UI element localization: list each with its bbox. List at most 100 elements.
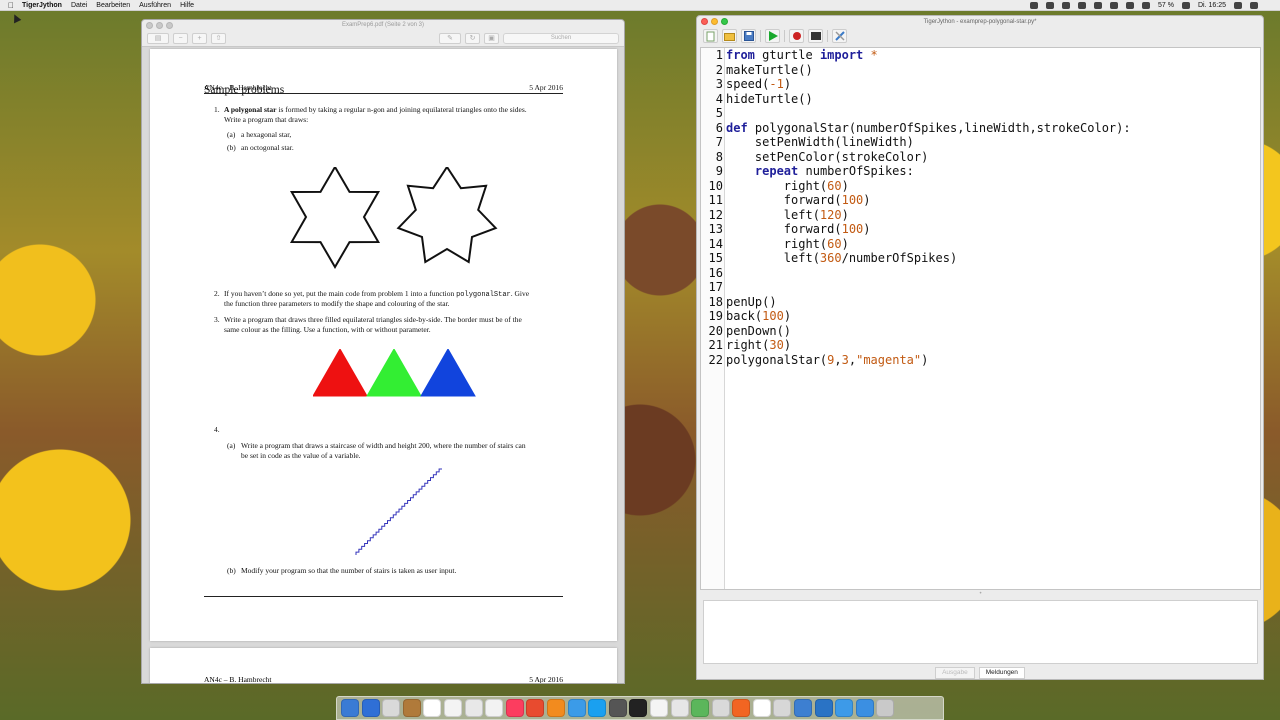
dock-app-icon[interactable] (526, 699, 545, 717)
zoom-in-icon[interactable]: + (192, 33, 207, 44)
menu-extra-icon-4[interactable] (1094, 1, 1102, 9)
number-literal: 3 (841, 352, 849, 367)
minimize-button[interactable] (156, 22, 163, 29)
dock-app-icon[interactable] (814, 699, 833, 717)
dock-app-icon[interactable] (505, 699, 524, 717)
code-line[interactable]: def polygonalStar(numberOfSpikes,lineWid… (726, 121, 1131, 136)
close-button[interactable] (701, 18, 708, 25)
dock-app-icon[interactable] (464, 699, 483, 717)
code-line[interactable]: left(360/numberOfSpikes) (726, 251, 957, 266)
debug-icon[interactable] (789, 29, 804, 43)
run-icon[interactable] (765, 29, 780, 43)
battery-icon[interactable] (1181, 1, 1190, 9)
dock-app-icon[interactable] (341, 699, 359, 717)
notification-center-icon[interactable] (1250, 1, 1258, 9)
dock-app-icon[interactable] (546, 699, 565, 717)
menu-bearbeiten[interactable]: Bearbeiten (96, 2, 130, 9)
dock-app-icon[interactable] (835, 699, 854, 717)
line-number: 1 (715, 48, 723, 62)
search-input[interactable]: Suchen (503, 33, 619, 44)
code-line[interactable]: setPenWidth(lineWidth) (726, 135, 914, 150)
markup-pen-icon[interactable]: ✎ (439, 33, 461, 44)
menu-extra-icon-2[interactable] (1062, 1, 1070, 9)
panel-splitter-handle[interactable]: • (700, 591, 1261, 598)
battery-percent[interactable]: 57 % (1158, 2, 1174, 9)
clock[interactable]: Di. 16:25 (1198, 2, 1226, 9)
code-line[interactable]: repeat numberOfSpikes: (726, 164, 914, 179)
code-line[interactable]: left(120) (726, 208, 849, 223)
new-file-icon[interactable] (703, 29, 718, 43)
sidebar-toggle-icon[interactable]: ▤ (147, 33, 169, 44)
rotate-icon[interactable]: ↻ (465, 33, 480, 44)
code-line[interactable]: from gturtle import * (726, 48, 878, 63)
minimize-button[interactable] (711, 18, 718, 25)
dock-app-icon[interactable] (382, 699, 401, 717)
dock-app-icon[interactable] (485, 699, 504, 717)
code-line[interactable]: forward(100) (726, 193, 871, 208)
dock-app-icon[interactable] (402, 699, 421, 717)
console-icon[interactable] (808, 29, 823, 43)
save-icon[interactable] (741, 29, 756, 43)
code-line[interactable]: makeTurtle() (726, 63, 813, 78)
dock-app-icon[interactable] (588, 699, 607, 717)
spotlight-icon[interactable] (1234, 1, 1242, 9)
tab-output[interactable]: Ausgabe (935, 667, 975, 679)
record-icon[interactable] (1030, 1, 1038, 9)
code-line[interactable]: setPenColor(strokeColor) (726, 150, 928, 165)
code-line[interactable]: forward(100) (726, 222, 871, 237)
code-line[interactable]: hideTurtle() (726, 92, 813, 107)
number-literal: 30 (769, 338, 784, 352)
problem-1b-label: (b) (227, 143, 236, 152)
open-folder-icon[interactable] (722, 29, 737, 43)
menu-hilfe[interactable]: Hilfe (180, 2, 194, 9)
code-editor[interactable]: 1 2 3 4 5 6 7 8 9 10 11 12 13 14 15 16 1… (700, 47, 1261, 590)
zoom-button[interactable] (166, 22, 173, 29)
output-console[interactable] (703, 600, 1258, 664)
dock-app-icon[interactable] (752, 699, 771, 717)
code-line[interactable]: back(100) (726, 309, 791, 324)
dock-app-icon[interactable] (876, 699, 895, 717)
volume-icon[interactable] (1142, 1, 1150, 9)
code-line[interactable]: right(60) (726, 237, 849, 252)
dock-app-icon[interactable] (608, 699, 627, 717)
wifi-icon[interactable] (1126, 1, 1134, 9)
zoom-button[interactable] (721, 18, 728, 25)
pdf-page: AN4c – B. Hambrecht 5 Apr 2016 Sample pr… (150, 49, 617, 641)
menu-extra-icon-5[interactable] (1110, 1, 1118, 9)
toolbox-icon[interactable]: ▣ (484, 33, 499, 44)
dock-app-icon[interactable] (649, 699, 668, 717)
dock-app-icon[interactable] (567, 699, 586, 717)
code-text: polygonalStar(numberOfSpikes,lineWidth,s… (747, 120, 1131, 135)
tab-messages[interactable]: Meldungen (978, 667, 1025, 679)
code-line[interactable]: polygonalStar(9,3,"magenta") (726, 353, 928, 368)
code-line[interactable]: right(30) (726, 338, 791, 353)
app-menu[interactable]: TigerJython (22, 2, 62, 9)
menu-ausfuehren[interactable]: Ausführen (139, 2, 171, 9)
code-line[interactable]: speed(-1) (726, 77, 791, 92)
menu-extra-icon[interactable] (1046, 1, 1054, 9)
menu-datei[interactable]: Datei (71, 2, 87, 9)
zoom-out-icon[interactable]: − (173, 33, 188, 44)
dock-app-icon[interactable] (629, 699, 648, 717)
menu-extra-icon-3[interactable] (1078, 1, 1086, 9)
share-icon[interactable]: ⇧ (211, 33, 226, 44)
problem-2-code: polygonalStar (456, 291, 511, 299)
apple-icon[interactable]:  (0, 1, 22, 10)
dock-app-icon[interactable] (670, 699, 689, 717)
dock-app-icon[interactable] (423, 699, 442, 717)
code-line[interactable]: penUp() (726, 295, 777, 310)
problem-2-text-b: . Give (510, 289, 530, 298)
dock-app-icon[interactable] (773, 699, 792, 717)
dock-app-icon[interactable] (691, 699, 710, 717)
line-number: 18 (708, 294, 723, 309)
dock-app-icon[interactable] (732, 699, 751, 717)
dock-app-icon[interactable] (794, 699, 813, 717)
code-line[interactable]: right(60) (726, 179, 849, 194)
dock-app-icon[interactable] (443, 699, 462, 717)
dock-app-icon[interactable] (711, 699, 730, 717)
tools-icon[interactable] (832, 29, 847, 43)
code-line[interactable]: penDown() (726, 324, 791, 339)
dock-app-icon[interactable] (361, 699, 380, 717)
dock-app-icon[interactable] (855, 699, 874, 717)
close-button[interactable] (146, 22, 153, 29)
